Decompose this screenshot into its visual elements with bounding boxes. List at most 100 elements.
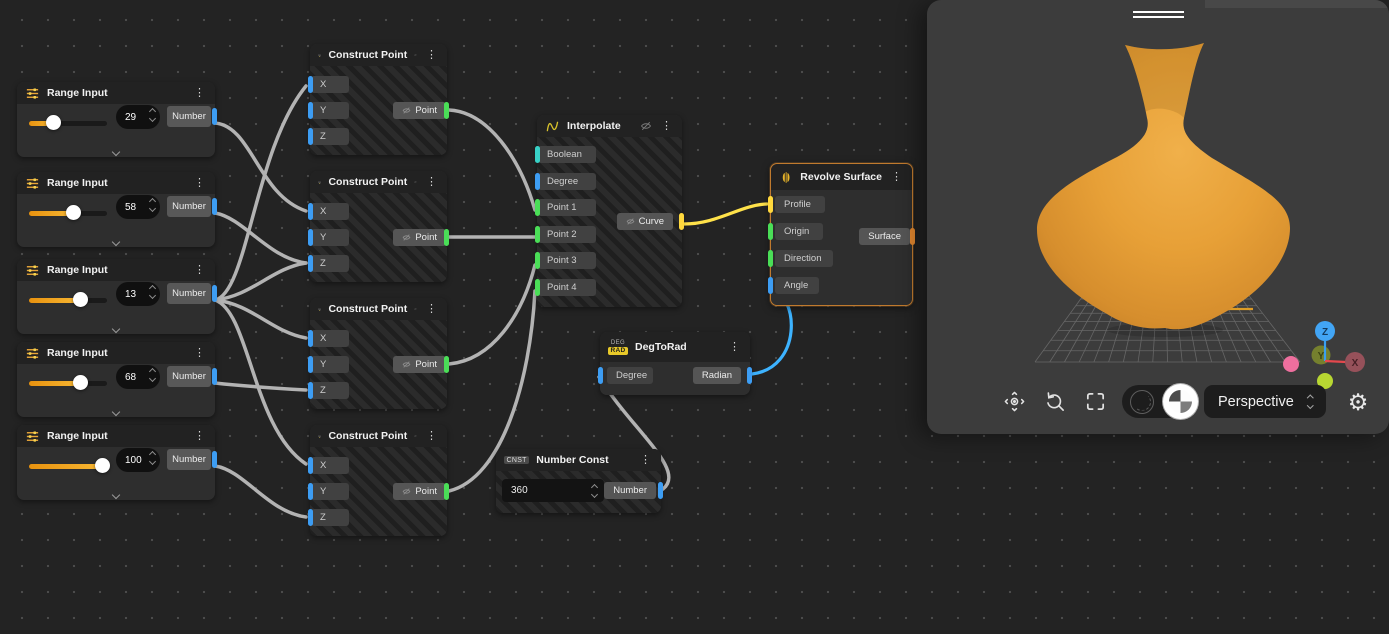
range-value-input[interactable]: 13 — [116, 282, 160, 306]
range-input-node[interactable]: Range Input ⋮ 68 Number — [17, 342, 215, 417]
input-z[interactable]: Z — [311, 128, 349, 145]
range-value-input[interactable]: 58 — [116, 195, 160, 219]
input-socket-x[interactable] — [308, 76, 313, 93]
input-socket-profile[interactable] — [768, 196, 773, 213]
kebab-menu-icon[interactable]: ⋮ — [659, 121, 674, 132]
node-header[interactable]: CNST Number Const ⋮ — [496, 449, 661, 471]
input-socket-x[interactable] — [308, 203, 313, 220]
input-socket-y[interactable] — [308, 356, 313, 373]
input-socket-y[interactable] — [308, 102, 313, 119]
input-socket-y[interactable] — [308, 483, 313, 500]
revolve-surface-node[interactable]: Revolve Surface ⋮ Profile Origin Directi… — [770, 163, 913, 306]
input-degree[interactable]: Degree — [538, 173, 596, 190]
input-socket-point2[interactable] — [535, 226, 540, 243]
preview-off-icon[interactable] — [640, 120, 652, 132]
output-socket-surface[interactable] — [910, 228, 915, 245]
output-socket-number[interactable] — [658, 482, 663, 499]
input-origin[interactable]: Origin — [775, 223, 823, 240]
number-output-chip[interactable]: Number — [167, 283, 211, 304]
output-surface[interactable]: Surface — [859, 228, 910, 245]
range-input-node[interactable]: Range Input ⋮ 29 Number — [17, 82, 215, 157]
deg-to-rad-node[interactable]: DEG RAD DegToRad ⋮ Degree Radian — [600, 332, 750, 395]
input-socket-point4[interactable] — [535, 279, 540, 296]
output-socket-point[interactable] — [444, 483, 449, 500]
construct-point-node[interactable]: Construct Point ⋮ X Y Z Point — [310, 171, 447, 282]
output-socket-point[interactable] — [444, 102, 449, 119]
slider-thumb[interactable] — [73, 292, 88, 307]
camera-mode-dropdown[interactable]: Perspective — [1204, 385, 1326, 418]
output-curve[interactable]: Curve — [617, 213, 673, 230]
input-socket-x[interactable] — [308, 330, 313, 347]
node-header[interactable]: Range Input ⋮ — [17, 425, 215, 447]
kebab-menu-icon[interactable]: ⋮ — [727, 342, 742, 353]
fullscreen-button[interactable] — [1081, 387, 1109, 415]
reset-view-button[interactable] — [1040, 387, 1068, 415]
range-input-node[interactable]: Range Input ⋮ 58 Number — [17, 172, 215, 247]
output-socket-radian[interactable] — [747, 367, 752, 384]
range-input-node[interactable]: Range Input ⋮ 100 Number — [17, 425, 215, 500]
output-socket-number[interactable] — [212, 285, 217, 302]
number-output-chip[interactable]: Number — [167, 366, 211, 387]
input-socket-point3[interactable] — [535, 252, 540, 269]
settings-gear-icon[interactable]: ⚙ — [1342, 386, 1374, 418]
output-number[interactable]: Number — [604, 482, 656, 499]
slider-thumb[interactable] — [46, 115, 61, 130]
construct-point-node[interactable]: Construct Point ⋮ X Y Z Point — [310, 298, 447, 409]
node-header[interactable]: Range Input ⋮ — [17, 259, 215, 281]
output-socket-number[interactable] — [212, 368, 217, 385]
render-mode-toggle[interactable] — [1122, 385, 1198, 418]
range-value-input[interactable]: 100 — [116, 448, 160, 472]
input-socket-y[interactable] — [308, 229, 313, 246]
kebab-menu-icon[interactable]: ⋮ — [192, 265, 207, 276]
node-header[interactable]: DEG RAD DegToRad ⋮ — [600, 332, 750, 362]
node-header[interactable]: Construct Point ⋮ — [310, 425, 447, 447]
value-stepper[interactable] — [150, 369, 155, 381]
input-socket-point1[interactable] — [535, 199, 540, 216]
input-socket-direction[interactable] — [768, 250, 773, 267]
output-socket-point[interactable] — [444, 229, 449, 246]
collapse-chevron-icon[interactable] — [17, 492, 215, 498]
range-slider[interactable] — [29, 461, 107, 471]
output-socket-number[interactable] — [212, 198, 217, 215]
input-socket-z[interactable] — [308, 255, 313, 272]
kebab-menu-icon[interactable]: ⋮ — [424, 50, 439, 61]
output-point[interactable]: Point — [393, 483, 446, 500]
node-header[interactable]: Range Input ⋮ — [17, 172, 215, 194]
input-point2[interactable]: Point 2 — [538, 226, 596, 243]
kebab-menu-icon[interactable]: ⋮ — [424, 304, 439, 315]
node-header[interactable]: Interpolate ⋮ — [537, 115, 682, 137]
preview-off-icon[interactable] — [414, 176, 417, 188]
input-point1[interactable]: Point 1 — [538, 199, 596, 216]
construct-point-node[interactable]: Construct Point ⋮ X Y Z Point — [310, 425, 447, 536]
collapse-chevron-icon[interactable] — [17, 326, 215, 332]
node-editor-canvas[interactable]: Range Input ⋮ 29 Number Range Input ⋮ — [0, 0, 1389, 634]
range-value-input[interactable]: 29 — [116, 105, 160, 129]
input-direction[interactable]: Direction — [775, 250, 833, 267]
range-slider[interactable] — [29, 118, 107, 128]
range-slider[interactable] — [29, 295, 107, 305]
input-socket-z[interactable] — [308, 382, 313, 399]
input-x[interactable]: X — [311, 203, 349, 220]
slider-thumb[interactable] — [95, 458, 110, 473]
slider-thumb[interactable] — [66, 205, 81, 220]
output-point[interactable]: Point — [393, 356, 446, 373]
collapse-chevron-icon[interactable] — [17, 239, 215, 245]
shaded-mode-icon[interactable] — [1163, 384, 1198, 419]
input-angle[interactable]: Angle — [775, 277, 819, 294]
preview-off-icon[interactable] — [414, 49, 417, 61]
range-value-input[interactable]: 68 — [116, 365, 160, 389]
input-socket-origin[interactable] — [768, 223, 773, 240]
input-z[interactable]: Z — [311, 255, 349, 272]
input-socket-degree[interactable] — [535, 173, 540, 190]
collapse-chevron-icon[interactable] — [17, 149, 215, 155]
value-stepper[interactable] — [150, 286, 155, 298]
output-socket-number[interactable] — [212, 451, 217, 468]
kebab-menu-icon[interactable]: ⋮ — [192, 431, 207, 442]
input-z[interactable]: Z — [311, 509, 349, 526]
output-point[interactable]: Point — [393, 102, 446, 119]
input-y[interactable]: Y — [311, 356, 349, 373]
output-socket-number[interactable] — [212, 108, 217, 125]
node-header[interactable]: Construct Point ⋮ — [310, 44, 447, 66]
input-degree[interactable]: Degree — [607, 367, 653, 384]
range-input-node[interactable]: Range Input ⋮ 13 Number — [17, 259, 215, 334]
